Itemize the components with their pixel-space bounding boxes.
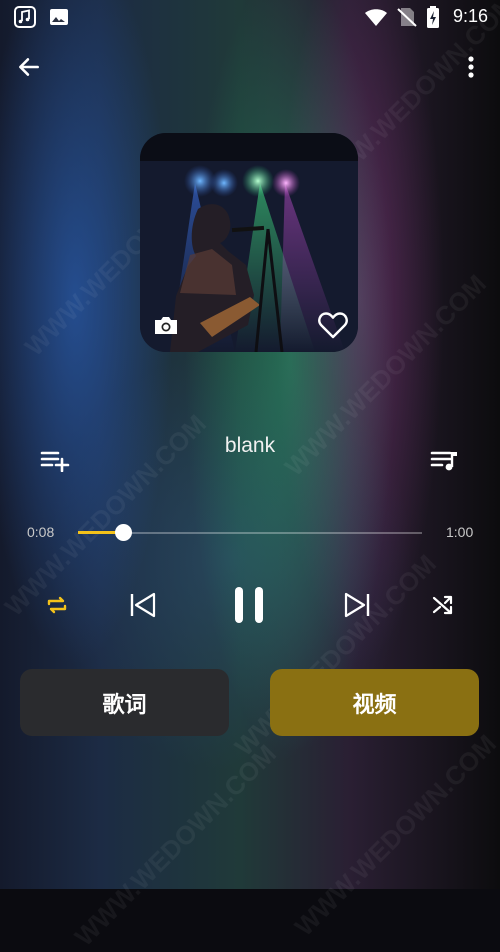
watermark-text: WWW.WEDOWN.COM [68,738,282,952]
music-app-icon [14,6,36,28]
more-vert-icon[interactable] [456,50,486,84]
battery-charging-icon [426,6,440,28]
queue-music-icon[interactable] [428,446,462,474]
watermark-text: WWW.WEDOWN.COM [288,728,500,942]
shuffle-icon[interactable] [426,589,460,621]
clock-time: 9:16 [452,6,488,26]
current-time: 0:08 [27,524,55,540]
seek-thumb[interactable] [115,524,132,541]
arrow-left-icon[interactable] [12,50,46,84]
video-button[interactable]: 视频 [270,669,479,736]
video-button-label: 视频 [352,692,397,718]
skip-previous-icon[interactable] [125,589,161,621]
album-art [140,133,358,352]
repeat-icon[interactable] [40,589,74,621]
song-title: blank [224,434,276,457]
camera-icon[interactable] [152,311,180,339]
status-bar: 9:16 [0,0,500,34]
heart-outline-icon[interactable] [316,309,350,341]
gallery-icon [48,6,70,28]
pause-icon[interactable] [228,584,270,626]
wifi-icon [364,6,388,28]
lyrics-button[interactable]: 歌词 [20,669,229,736]
no-sim-icon [396,6,418,28]
skip-next-icon[interactable] [339,589,375,621]
total-time: 1:00 [446,524,474,540]
lyrics-button-label: 歌词 [102,692,147,718]
